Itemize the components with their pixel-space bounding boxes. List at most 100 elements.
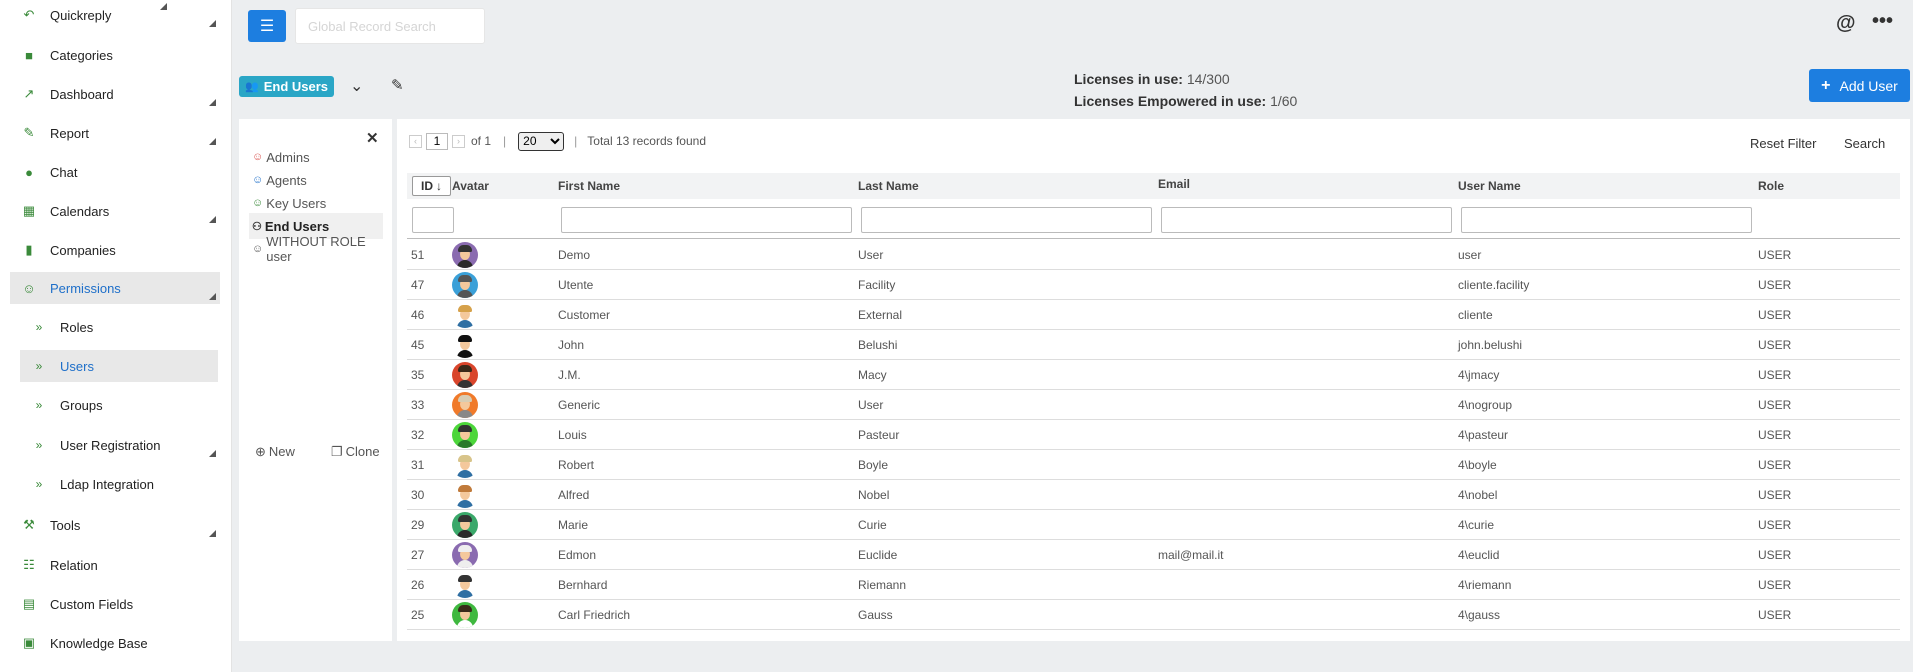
wrench-icon: ⚒ — [23, 517, 35, 532]
page-number-input[interactable] — [426, 132, 448, 150]
table-row[interactable]: 30 Alfred Nobel 4\nobel USER — [407, 480, 1900, 510]
cell-last-name: User — [858, 398, 884, 412]
filter-user-name-input[interactable] — [1461, 207, 1752, 233]
cell-id: 27 — [411, 548, 425, 562]
user-icon: ☺ — [252, 174, 264, 186]
view-selector-badge[interactable]: 👥 End Users — [239, 76, 335, 97]
licenses-empowered: Licenses Empowered in use: 1/60 — [1074, 93, 1297, 109]
clone-group-button[interactable]: ❐ Clone — [331, 444, 380, 460]
expand-corner-icon[interactable] — [209, 530, 216, 537]
col-header-email[interactable]: Email — [1158, 171, 1190, 197]
sidebar-item-groups[interactable]: » Groups — [10, 389, 220, 421]
double-chevron-right-icon: » — [35, 477, 43, 491]
sidebar-item-quickreply[interactable]: ↶ Quickreply — [10, 0, 220, 31]
table-row[interactable]: 31 Robert Boyle 4\boyle USER — [407, 450, 1900, 480]
table-row[interactable]: 25 Carl Friedrich Gauss 4\gauss USER — [407, 600, 1900, 630]
col-header-role[interactable]: Role — [1758, 173, 1784, 199]
cell-id: 33 — [411, 398, 425, 412]
group-item-without-role-user[interactable]: ☺ WITHOUT ROLE user — [249, 234, 383, 264]
sidebar-item-roles[interactable]: » Roles — [10, 311, 220, 343]
table-row[interactable]: 29 Marie Curie 4\curie USER — [407, 510, 1900, 540]
expand-corner-icon[interactable] — [209, 99, 216, 106]
prev-page-icon[interactable]: ‹ — [409, 134, 422, 148]
filter-divider — [407, 238, 1900, 239]
filter-last-name-input[interactable] — [861, 207, 1152, 233]
sidebar-item-chat[interactable]: ● Chat — [10, 156, 220, 188]
page-size-select[interactable]: 102050100 — [518, 131, 565, 151]
cell-role: USER — [1758, 608, 1792, 622]
sidebar-item-relation[interactable]: ☷ Relation — [10, 549, 220, 581]
cell-first-name: Robert — [558, 458, 595, 472]
sidebar-item-label: Relation — [50, 557, 98, 573]
table-row[interactable]: 45 John Belushi john.belushi USER — [407, 330, 1900, 360]
global-search-input[interactable] — [295, 8, 485, 44]
cell-id: 26 — [411, 578, 425, 592]
cell-last-name: Riemann — [858, 578, 907, 592]
sidebar-item-report[interactable]: ✎ Report — [10, 117, 220, 149]
col-header-id[interactable]: ID ↓ — [412, 176, 451, 196]
sidebar-item-categories[interactable]: ■ Categories — [10, 39, 220, 71]
sidebar-item-calendars[interactable]: ▦ Calendars — [10, 195, 220, 227]
expand-corner-icon[interactable] — [209, 216, 216, 223]
cell-user-name: 4\nogroup — [1458, 398, 1513, 412]
cell-role: USER — [1758, 398, 1792, 412]
cell-user-name: john.belushi — [1458, 338, 1523, 352]
at-sign-icon[interactable]: @ — [1836, 12, 1856, 35]
grid-header-row: Avatar First Name Last Name Email User N… — [407, 173, 1900, 199]
expand-corner-icon[interactable] — [209, 138, 216, 145]
cell-last-name: User — [858, 248, 884, 262]
filter-email-input[interactable] — [1161, 207, 1452, 233]
expand-corner-icon[interactable] — [209, 293, 216, 300]
cell-avatar — [452, 270, 478, 300]
more-options-icon[interactable]: ••• — [1872, 10, 1893, 33]
building-icon: ▮ — [25, 242, 33, 257]
table-row[interactable]: 32 Louis Pasteur 4\pasteur USER — [407, 420, 1900, 450]
cell-role: USER — [1758, 368, 1792, 382]
cell-role: USER — [1758, 248, 1792, 262]
chevron-down-icon[interactable]: ⌄ — [350, 76, 363, 96]
cell-id: 46 — [411, 308, 425, 322]
table-row[interactable]: 46 Customer External cliente USER — [407, 300, 1900, 330]
sidebar-item-companies[interactable]: ▮ Companies — [10, 234, 220, 266]
col-header-last-name[interactable]: Last Name — [858, 173, 919, 199]
table-row[interactable]: 35 J.M. Macy 4\jmacy USER — [407, 360, 1900, 390]
sidebar-item-users[interactable]: » Users — [20, 350, 218, 382]
cell-id: 35 — [411, 368, 425, 382]
sidebar-item-permissions[interactable]: ☺ Permissions — [10, 272, 220, 304]
table-row[interactable]: 26 Bernhard Riemann 4\riemann USER — [407, 570, 1900, 600]
cell-avatar — [452, 420, 478, 450]
cell-avatar — [452, 360, 478, 390]
sidebar-item-custom-fields[interactable]: ▤ Custom Fields — [10, 588, 220, 620]
edit-icon[interactable]: ✎ — [391, 76, 404, 94]
cell-user-name: 4\pasteur — [1458, 428, 1509, 442]
reset-filter-button[interactable]: Reset Filter — [1750, 136, 1816, 151]
expand-corner-icon[interactable] — [209, 20, 216, 27]
sidebar-item-tools[interactable]: ⚒ Tools — [10, 509, 220, 541]
next-page-icon[interactable]: › — [452, 134, 465, 148]
new-group-button[interactable]: ⊕ New — [255, 444, 295, 460]
sitemap-icon: ☷ — [23, 557, 35, 572]
table-row[interactable]: 33 Generic User 4\nogroup USER — [407, 390, 1900, 420]
sidebar-item-dashboard[interactable]: ↗ Dashboard — [10, 78, 220, 110]
filter-id-input[interactable] — [412, 207, 454, 233]
col-header-first-name[interactable]: First Name — [558, 173, 620, 199]
add-user-label: Add User — [1839, 77, 1898, 94]
chat-bubble-icon: ● — [25, 164, 33, 180]
sidebar-item-knowledge-base[interactable]: ▣ Knowledge Base — [10, 627, 220, 659]
table-row[interactable]: 47 Utente Facility cliente.facility USER — [407, 270, 1900, 300]
col-header-user-name[interactable]: User Name — [1458, 173, 1521, 199]
search-button[interactable]: Search — [1844, 136, 1885, 151]
sidebar-item-user-registration[interactable]: » User Registration — [10, 429, 220, 461]
menu-toggle-button[interactable]: ☰ — [248, 10, 286, 42]
sidebar-item-ldap-integration[interactable]: » Ldap Integration — [10, 468, 220, 500]
add-user-button[interactable]: + Add User — [1809, 69, 1910, 102]
expand-corner-icon[interactable] — [209, 450, 216, 457]
cell-first-name: Alfred — [558, 488, 590, 502]
table-row[interactable]: 51 Demo User user USER — [407, 240, 1900, 270]
cell-first-name: Edmon — [558, 548, 597, 562]
table-row[interactable]: 27 Edmon Euclide mail@mail.it 4\euclid USER — [407, 540, 1900, 570]
sidebar-item-label: Knowledge Base — [50, 635, 148, 651]
sidebar-item-label: Report — [50, 125, 90, 141]
filter-first-name-input[interactable] — [561, 207, 852, 233]
cell-last-name: Macy — [858, 368, 887, 382]
